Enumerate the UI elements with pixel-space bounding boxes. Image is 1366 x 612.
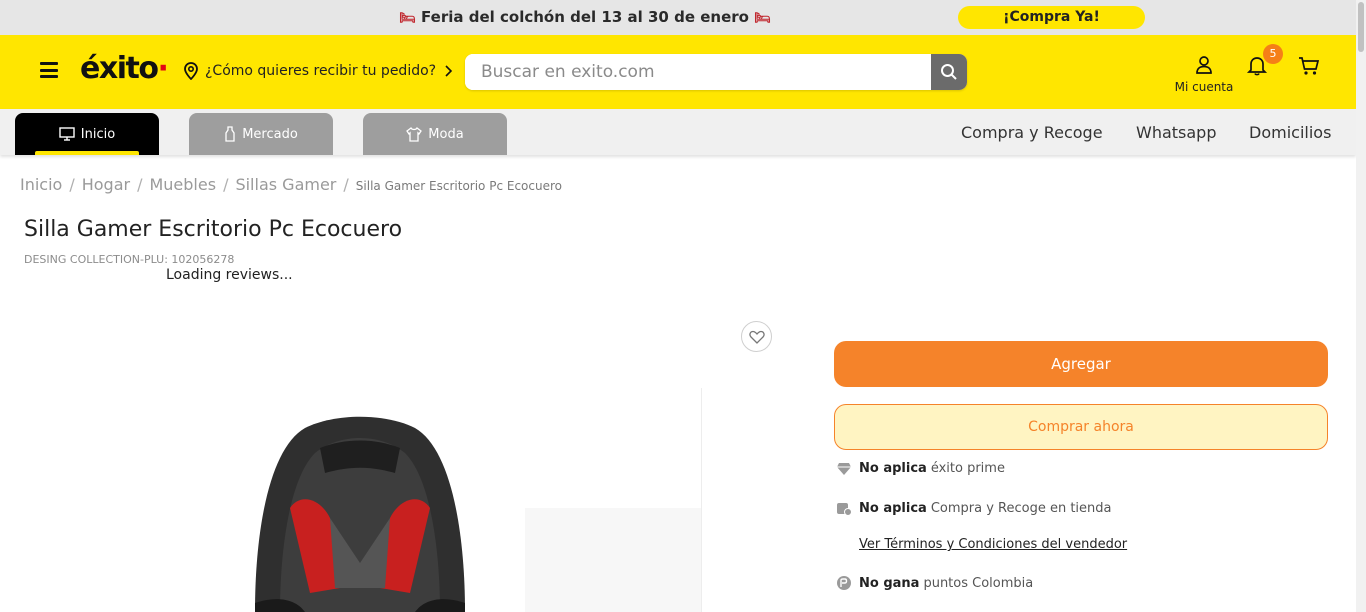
favorite-button[interactable] <box>741 321 772 352</box>
nav-link-whatsapp[interactable]: Whatsapp <box>1136 123 1217 142</box>
breadcrumb-item[interactable]: Hogar <box>82 175 130 194</box>
tab-mercado[interactable]: Mercado <box>189 113 333 155</box>
delivery-location-button[interactable]: ¿Cómo quieres recibir tu pedido? <box>183 62 462 80</box>
reviews-status: Loading reviews... <box>166 267 293 283</box>
bed-icon: 🛏 <box>754 11 771 26</box>
nav-link-domicilios[interactable]: Domicilios <box>1249 123 1331 142</box>
breadcrumb-item[interactable]: Inicio <box>20 175 62 194</box>
tab-label: Moda <box>428 126 464 142</box>
search-button[interactable] <box>931 54 967 90</box>
buy-now-button[interactable]: Comprar ahora <box>834 404 1328 450</box>
shirt-icon <box>406 126 423 142</box>
search-icon <box>941 64 957 80</box>
product-image[interactable] <box>105 388 702 612</box>
scrollbar-track[interactable] <box>1356 0 1366 612</box>
user-icon <box>1196 56 1212 74</box>
info-text: puntos Colombia <box>923 575 1034 591</box>
promo-bar: 🛏 Feria del colchón del 13 al 30 de ener… <box>0 0 1356 35</box>
location-pin-icon <box>184 62 198 80</box>
chevron-right-icon <box>445 65 453 77</box>
info-bold: No aplica <box>859 500 927 516</box>
tab-inicio[interactable]: Inicio <box>15 113 159 155</box>
seller-terms-link[interactable]: Ver Términos y Condiciones del vendedor <box>859 537 1127 552</box>
search-input[interactable] <box>465 54 932 90</box>
info-pickup: No aplica Compra y Recoge en tienda <box>836 500 1112 516</box>
cart-icon <box>1299 57 1320 75</box>
breadcrumb-separator: / <box>69 175 75 194</box>
bottle-icon <box>225 126 235 142</box>
tab-label: Inicio <box>80 126 116 142</box>
product-title: Silla Gamer Escritorio Pc Ecocuero <box>24 217 403 242</box>
breadcrumb-separator: / <box>223 175 229 194</box>
add-to-cart-button[interactable]: Agregar <box>834 341 1328 387</box>
promo-cta-button[interactable]: ¡Compra Ya! <box>958 6 1145 29</box>
breadcrumb-item[interactable]: Muebles <box>149 175 216 194</box>
location-prompt: ¿Cómo quieres recibir tu pedido? <box>205 63 437 79</box>
search-bar <box>465 54 967 90</box>
diamond-icon <box>837 462 851 475</box>
tab-label: Mercado <box>242 126 298 142</box>
promo-text: Feria del colchón del 13 al 30 de enero <box>421 8 749 26</box>
cart-button[interactable] <box>1298 55 1320 81</box>
breadcrumb-item[interactable]: Sillas Gamer <box>235 175 336 194</box>
monitor-icon <box>59 127 75 141</box>
account-button[interactable]: Mi cuenta <box>1170 55 1238 94</box>
product-plu: DESING COLLECTION-PLU: 102056278 <box>24 253 235 266</box>
heart-icon <box>748 330 765 344</box>
menu-icon[interactable] <box>40 62 58 78</box>
points-icon <box>837 576 851 590</box>
category-navbar: Inicio Mercado Moda Compra y Recoge What… <box>0 109 1356 155</box>
breadcrumb: Inicio / Hogar / Muebles / Sillas Gamer … <box>20 175 562 194</box>
store-pickup-icon <box>837 503 852 516</box>
info-bold: No aplica <box>859 461 927 476</box>
account-label: Mi cuenta <box>1174 80 1234 94</box>
exito-logo[interactable]: éxito· <box>80 51 169 86</box>
info-prime: No aplica éxito prime <box>836 461 1005 476</box>
active-tab-indicator <box>35 151 139 155</box>
info-text: Compra y Recoge en tienda <box>930 500 1112 516</box>
info-text: éxito prime <box>930 461 1005 476</box>
breadcrumb-current: Silla Gamer Escritorio Pc Ecocuero <box>355 179 562 193</box>
nav-link-compra-recoge[interactable]: Compra y Recoge <box>961 123 1103 142</box>
site-header: éxito· ¿Cómo quieres recibir tu pedido? … <box>0 35 1356 109</box>
breadcrumb-separator: / <box>137 175 143 194</box>
info-bold: No gana <box>859 575 920 591</box>
scrollbar-thumb[interactable] <box>1358 2 1364 52</box>
bed-icon: 🛏 <box>399 11 416 26</box>
tab-moda[interactable]: Moda <box>363 113 507 155</box>
breadcrumb-separator: / <box>343 175 349 194</box>
info-points: No gana puntos Colombia <box>836 575 1033 591</box>
gaming-chair-image <box>255 416 701 612</box>
notifications-badge: 5 <box>1263 44 1283 64</box>
